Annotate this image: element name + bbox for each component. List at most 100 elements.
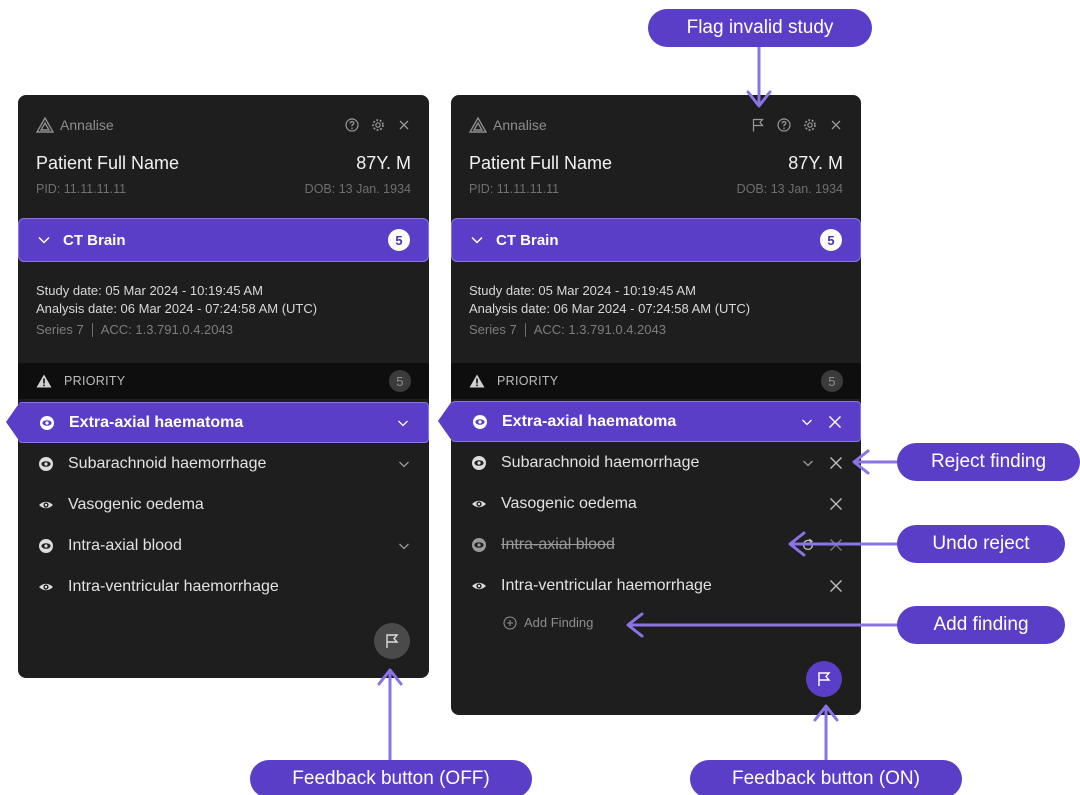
study-count-badge: 5 — [820, 229, 842, 251]
finding-label: Extra-axial haematoma — [69, 413, 244, 431]
finding-item[interactable]: Extra-axial haematoma — [451, 401, 861, 442]
flag-icon[interactable] — [751, 118, 765, 132]
study-header[interactable]: CT Brain 5 — [18, 218, 429, 262]
eye-filled-icon[interactable] — [471, 537, 487, 553]
eye-filled-icon[interactable] — [471, 455, 487, 471]
gear-icon[interactable] — [803, 118, 817, 132]
finding-label: Intra-axial blood — [501, 535, 615, 553]
priority-label: PRIORITY — [497, 374, 559, 388]
flag-icon — [386, 634, 399, 648]
eye-icon[interactable] — [471, 578, 487, 594]
reject-close-icon[interactable] — [829, 497, 843, 511]
annalise-panel-feedback-on: Annalise Patient Full Name 87Y. M PID: 1… — [451, 95, 861, 715]
series-line: Series 7 ACC: 1.3.791.0.4.2043 — [469, 321, 843, 339]
feedback-button[interactable] — [806, 661, 842, 697]
eye-filled-icon[interactable] — [472, 414, 488, 430]
chevron-down-icon — [38, 236, 50, 244]
priority-header: PRIORITY 5 — [451, 363, 861, 399]
header-bar: Annalise — [36, 115, 411, 135]
selection-pointer — [438, 401, 452, 441]
chevron-down-icon — [471, 236, 483, 244]
priority-header: PRIORITY 5 — [18, 363, 429, 399]
brand-name: Annalise — [60, 117, 114, 133]
priority-count-badge: 5 — [821, 370, 843, 392]
chevron-down-icon[interactable] — [801, 456, 815, 470]
patient-row: Patient Full Name 87Y. M — [36, 153, 411, 174]
study-info: Study date: 05 Mar 2024 - 10:19:45 AM An… — [469, 282, 843, 339]
divider — [524, 323, 526, 337]
study-header[interactable]: CT Brain 5 — [451, 218, 861, 262]
reject-close-icon[interactable] — [828, 415, 842, 429]
callout-reject-finding: Reject finding — [897, 443, 1080, 481]
patient-name: Patient Full Name — [469, 153, 613, 173]
finding-item-rejected[interactable]: Intra-axial blood — [451, 524, 861, 565]
finding-item[interactable]: Intra-ventricular haemorrhage — [451, 565, 861, 606]
feedback-button[interactable] — [374, 623, 410, 659]
finding-label: Vasogenic oedema — [501, 494, 637, 512]
finding-item[interactable]: Intra-axial blood — [18, 525, 429, 566]
add-finding-label: Add Finding — [524, 615, 594, 630]
callout-undo-reject: Undo reject — [897, 525, 1065, 563]
analysis-date: Analysis date: 06 Mar 2024 - 07:24:58 AM… — [36, 301, 318, 316]
close-icon[interactable] — [829, 118, 843, 132]
finding-item[interactable]: Vasogenic oedema — [451, 483, 861, 524]
patient-age-sex: 87Y. M — [356, 153, 411, 173]
chevron-down-icon[interactable] — [397, 457, 411, 471]
study-info: Study date: 05 Mar 2024 - 10:19:45 AM An… — [36, 282, 411, 339]
brand-name: Annalise — [493, 117, 547, 133]
callout-flag-invalid-study: Flag invalid study — [648, 9, 872, 47]
reject-close-icon[interactable] — [829, 538, 843, 552]
annalise-logo-icon — [36, 117, 54, 133]
study-title: CT Brain — [496, 231, 559, 249]
header-bar: Annalise — [469, 115, 843, 135]
accession-number: ACC: 1.3.791.0.4.2043 — [100, 322, 233, 337]
brand: Annalise — [469, 117, 547, 133]
finding-item[interactable]: Subarachnoid haemorrhage — [451, 442, 861, 483]
divider — [91, 323, 93, 337]
reject-close-icon[interactable] — [829, 579, 843, 593]
eye-filled-icon[interactable] — [38, 538, 54, 554]
finding-label: Extra-axial haematoma — [502, 412, 677, 430]
flag-icon — [818, 672, 831, 686]
annalise-logo-icon — [469, 117, 487, 133]
finding-item[interactable]: Intra-ventricular haemorrhage — [18, 566, 429, 607]
chevron-down-icon[interactable] — [396, 416, 410, 430]
selection-pointer — [6, 402, 20, 442]
eye-icon[interactable] — [38, 579, 54, 595]
plus-circle-icon — [503, 615, 517, 630]
patient-id: PID: 11.11.11.11 — [36, 182, 127, 196]
priority-label: PRIORITY — [64, 374, 126, 388]
undo-icon[interactable] — [801, 538, 815, 552]
brand: Annalise — [36, 117, 114, 133]
patient-id-row: PID: 11.11.11.11 DOB: 13 Jan. 1934 — [36, 182, 411, 196]
help-icon[interactable] — [777, 118, 791, 132]
finding-item[interactable]: Vasogenic oedema — [18, 484, 429, 525]
add-finding-button[interactable]: Add Finding — [503, 615, 593, 630]
study-date: Study date: 05 Mar 2024 - 10:19:45 AM — [469, 283, 696, 298]
eye-icon[interactable] — [471, 496, 487, 512]
finding-item[interactable]: Subarachnoid haemorrhage — [18, 443, 429, 484]
callout-feedback-button-off: Feedback button (OFF) — [250, 760, 532, 795]
warning-icon — [469, 374, 485, 388]
eye-icon[interactable] — [38, 497, 54, 513]
finding-item[interactable]: Extra-axial haematoma — [18, 402, 429, 443]
eye-filled-icon[interactable] — [38, 456, 54, 472]
patient-row: Patient Full Name 87Y. M — [469, 153, 843, 174]
finding-label: Intra-axial blood — [68, 536, 182, 554]
finding-label: Intra-ventricular haemorrhage — [68, 577, 279, 595]
finding-label: Subarachnoid haemorrhage — [68, 454, 267, 472]
reject-close-icon[interactable] — [829, 456, 843, 470]
chevron-down-icon[interactable] — [800, 415, 814, 429]
patient-dob: DOB: 13 Jan. 1934 — [736, 182, 843, 196]
chevron-down-icon[interactable] — [397, 539, 411, 553]
series-label: Series 7 — [469, 322, 517, 337]
help-icon[interactable] — [345, 118, 359, 132]
warning-icon — [36, 374, 52, 388]
callout-add-finding: Add finding — [897, 606, 1065, 644]
eye-filled-icon[interactable] — [39, 415, 55, 431]
patient-id: PID: 11.11.11.11 — [469, 182, 560, 196]
study-date: Study date: 05 Mar 2024 - 10:19:45 AM — [36, 283, 263, 298]
close-icon[interactable] — [397, 118, 411, 132]
gear-icon[interactable] — [371, 118, 385, 132]
patient-age-sex: 87Y. M — [788, 153, 843, 173]
